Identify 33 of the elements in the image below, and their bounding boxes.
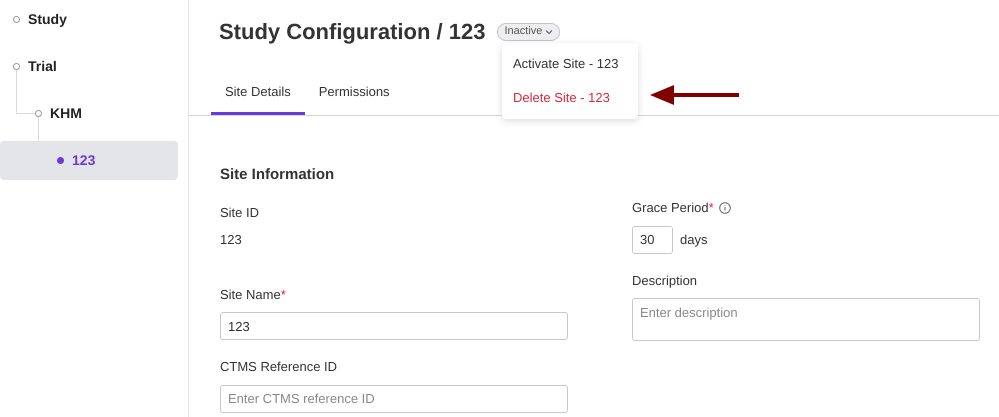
tree-label: Study <box>28 10 67 29</box>
input-field[interactable]: 123 <box>220 312 568 340</box>
unit-label: days <box>680 230 708 249</box>
tab[interactable]: Permissions <box>304 79 404 115</box>
tree-item[interactable]: 123 <box>0 141 178 180</box>
menu-item[interactable]: Activate Site - 123 <box>502 47 638 81</box>
tree-node-icon <box>13 16 20 23</box>
page-title: Study Configuration / 123 <box>219 18 486 46</box>
tab[interactable]: Site Details <box>211 79 305 115</box>
tree-node-icon <box>57 157 64 164</box>
input-field[interactable]: Enter CTMS reference ID <box>220 384 568 412</box>
info-icon[interactable] <box>718 202 731 214</box>
field-value: 123 <box>220 231 243 249</box>
status-dropdown[interactable]: Inactive <box>497 22 560 40</box>
tree-item[interactable]: KHM <box>0 94 178 133</box>
field-label: CTMS Reference ID <box>220 358 338 376</box>
chevron-down-icon <box>545 28 554 34</box>
tree-node-icon <box>13 63 20 70</box>
field-label: Description <box>632 272 698 290</box>
arrow-icon <box>650 84 739 106</box>
menu-item[interactable]: Delete Site - 123 <box>502 81 638 115</box>
tree-item[interactable]: Trial <box>0 47 178 86</box>
tree-label: 123 <box>72 151 96 170</box>
tree-item[interactable]: Study <box>0 0 178 39</box>
number-field[interactable]: 30 <box>632 226 673 254</box>
field-label: Site Name* <box>220 286 286 304</box>
field-label: Grace Period* <box>632 199 714 217</box>
tree-node-icon <box>35 110 42 117</box>
field-label: Site ID <box>220 204 260 222</box>
section-title: Site Information <box>220 165 336 185</box>
description-field[interactable]: Enter description <box>632 298 980 341</box>
tree-label: KHM <box>50 104 82 123</box>
tree-label: Trial <box>28 57 57 76</box>
